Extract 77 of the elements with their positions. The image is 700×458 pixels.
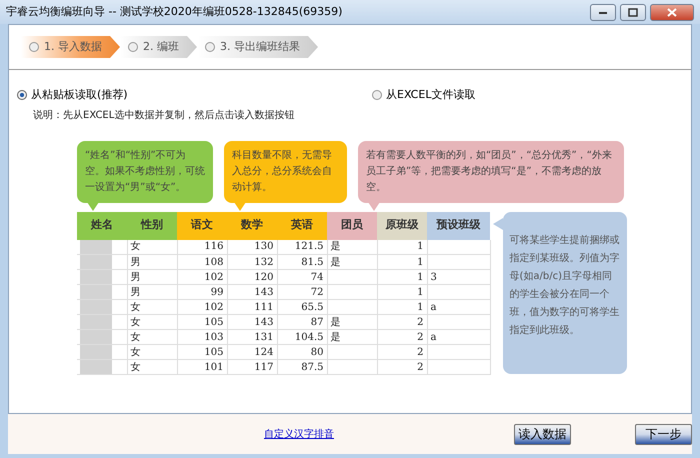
maximize-icon xyxy=(628,8,638,16)
table-cell: 111 xyxy=(227,300,277,314)
table-cell: 72 xyxy=(277,284,327,300)
table-cell: 116 xyxy=(177,240,227,254)
footer-button[interactable]: 读入数据 xyxy=(514,424,571,444)
table-cell: 是 xyxy=(327,240,377,254)
table-cell: 是 xyxy=(327,314,377,330)
table-cell: 143 xyxy=(227,314,277,330)
maximize-button[interactable] xyxy=(620,4,646,20)
column-header: 原班级 xyxy=(377,212,427,240)
table-cell: 2 xyxy=(377,330,427,344)
radio-option[interactable]: 从粘贴板读取(推荐) xyxy=(17,87,372,104)
table-cell: 104.5 xyxy=(277,330,327,344)
radio-icon[interactable] xyxy=(372,90,382,100)
table-cell: 女 xyxy=(127,344,177,360)
table-cell: 121.5 xyxy=(277,240,327,254)
table-cell: 102 xyxy=(177,300,227,314)
table-cell: 2 xyxy=(377,360,427,374)
close-button[interactable] xyxy=(650,4,694,20)
table-cell: 女 xyxy=(127,330,177,344)
table-cell: 99 xyxy=(177,284,227,300)
table-cell: 1 xyxy=(377,284,427,300)
table-cell: 65.5 xyxy=(277,300,327,314)
table-cell: 87 xyxy=(277,314,327,330)
table-cell: 108 xyxy=(177,254,227,270)
column-header: 英语 xyxy=(277,212,327,240)
table-cell: 女 xyxy=(127,314,177,330)
column-header: 性别 xyxy=(127,212,177,240)
table-cell: 105 xyxy=(177,314,227,330)
table-cell: 80 xyxy=(277,344,327,360)
table-cell: 1 xyxy=(377,240,427,254)
table-cell: 女 xyxy=(127,240,177,254)
table-cell: 女 xyxy=(127,300,177,314)
table-cell: 103 xyxy=(177,330,227,344)
table-cell: 是 xyxy=(327,330,377,344)
callout-tail xyxy=(492,218,502,230)
table-cell: 女 xyxy=(127,360,177,374)
step-tab[interactable]: 1. 导入数据 xyxy=(21,36,120,58)
table-cell: 132 xyxy=(227,254,277,270)
table-cell: 105 xyxy=(177,344,227,360)
footer-button[interactable]: 下一步 xyxy=(635,424,692,444)
table-cell: a xyxy=(427,330,490,344)
column-header: 团员 xyxy=(327,212,377,240)
table-cell: 143 xyxy=(227,284,277,300)
radio-icon[interactable] xyxy=(17,90,27,100)
table-cell: 74 xyxy=(277,270,327,284)
table-cell: 男 xyxy=(127,270,177,284)
table-cell: 2 xyxy=(377,344,427,360)
custom-pinyin-link[interactable]: 自定义汉字排音 xyxy=(264,426,334,442)
column-header: 数学 xyxy=(227,212,277,240)
close-icon xyxy=(667,8,677,16)
minimize-icon xyxy=(598,9,608,15)
table-cell: 130 xyxy=(227,240,277,254)
column-header: 预设班级 xyxy=(427,212,490,240)
table-cell: 1 xyxy=(377,254,427,270)
table-cell: 是 xyxy=(327,254,377,270)
table-cell: 男 xyxy=(127,284,177,300)
column-header: 姓名 xyxy=(77,212,127,240)
table-cell: 117 xyxy=(227,360,277,374)
table-cell: 101 xyxy=(177,360,227,374)
table-cell: 2 xyxy=(377,314,427,330)
table-cell: 3 xyxy=(427,270,490,284)
table-cell: 81.5 xyxy=(277,254,327,270)
table-cell: 男 xyxy=(127,254,177,270)
table-cell: 102 xyxy=(177,270,227,284)
table-cell: 1 xyxy=(377,270,427,284)
table-cell: 124 xyxy=(227,344,277,360)
table-cell: 87.5 xyxy=(277,360,327,374)
table-cell: 120 xyxy=(227,270,277,284)
table-cell: 1 xyxy=(377,300,427,314)
column-header: 语文 xyxy=(177,212,227,240)
minimize-button[interactable] xyxy=(590,4,616,20)
table-cell: 131 xyxy=(227,330,277,344)
table-cell: a xyxy=(427,300,490,314)
window-title: 宇睿云均衡编班向导 -- 测试学校2020年编班0528-132845(69359) xyxy=(6,4,344,20)
instruction-text: 说明：先从EXCEL选中数据并复制，然后点击读入数据按钮 xyxy=(32,108,296,122)
radio-option[interactable]: 从EXCEL文件读取 xyxy=(372,87,476,104)
